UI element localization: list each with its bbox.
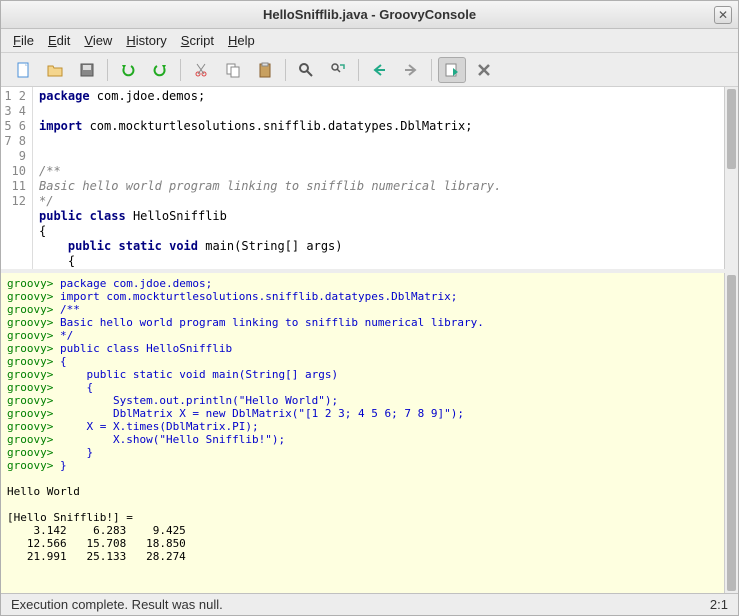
separator bbox=[431, 59, 432, 81]
status-message: Execution complete. Result was null. bbox=[11, 597, 223, 612]
history-forward-button[interactable] bbox=[397, 57, 425, 83]
new-file-button[interactable] bbox=[9, 57, 37, 83]
scissors-icon bbox=[193, 62, 209, 78]
save-icon bbox=[79, 62, 95, 78]
scrollbar-thumb[interactable] bbox=[727, 275, 736, 591]
output-console[interactable]: groovy> package com.jdoe.demos;groovy> i… bbox=[1, 273, 724, 593]
scrollbar-thumb[interactable] bbox=[727, 89, 736, 169]
content-area: 1 2 3 4 5 6 7 8 9 10 11 12 package com.j… bbox=[1, 87, 738, 593]
menu-edit[interactable]: Edit bbox=[42, 30, 76, 51]
menubar: FileEditViewHistoryScriptHelp bbox=[1, 29, 738, 53]
history-back-button[interactable] bbox=[365, 57, 393, 83]
code-editor[interactable]: package com.jdoe.demos; import com.mockt… bbox=[33, 87, 724, 269]
undo-icon bbox=[120, 62, 136, 78]
close-icon: ✕ bbox=[718, 8, 728, 22]
menu-history[interactable]: History bbox=[120, 30, 172, 51]
toolbar bbox=[1, 53, 738, 87]
paste-button[interactable] bbox=[251, 57, 279, 83]
redo-icon bbox=[152, 62, 168, 78]
run-icon bbox=[444, 62, 460, 78]
arrow-left-icon bbox=[371, 62, 387, 78]
separator bbox=[180, 59, 181, 81]
window-title: HelloSnifflib.java - GroovyConsole bbox=[263, 7, 476, 22]
editor-scrollbar[interactable] bbox=[724, 87, 738, 269]
menu-file[interactable]: File bbox=[7, 30, 40, 51]
separator bbox=[285, 59, 286, 81]
replace-button[interactable] bbox=[324, 57, 352, 83]
save-button[interactable] bbox=[73, 57, 101, 83]
separator bbox=[358, 59, 359, 81]
clear-output-button[interactable] bbox=[470, 57, 498, 83]
copy-button[interactable] bbox=[219, 57, 247, 83]
find-icon bbox=[298, 62, 314, 78]
window-close-button[interactable]: ✕ bbox=[714, 6, 732, 24]
statusbar: Execution complete. Result was null. 2:1 bbox=[1, 593, 738, 615]
output-scrollbar[interactable] bbox=[724, 273, 738, 593]
open-file-button[interactable] bbox=[41, 57, 69, 83]
folder-open-icon bbox=[47, 62, 63, 78]
app-window: HelloSnifflib.java - GroovyConsole ✕ Fil… bbox=[0, 0, 739, 616]
copy-icon bbox=[225, 62, 241, 78]
redo-button[interactable] bbox=[146, 57, 174, 83]
cursor-position: 2:1 bbox=[710, 597, 728, 612]
replace-icon bbox=[330, 62, 346, 78]
file-icon bbox=[15, 62, 31, 78]
arrow-right-icon bbox=[403, 62, 419, 78]
titlebar[interactable]: HelloSnifflib.java - GroovyConsole ✕ bbox=[1, 1, 738, 29]
editor-pane: 1 2 3 4 5 6 7 8 9 10 11 12 package com.j… bbox=[1, 87, 738, 273]
menu-view[interactable]: View bbox=[78, 30, 118, 51]
find-button[interactable] bbox=[292, 57, 320, 83]
clear-icon bbox=[476, 62, 492, 78]
output-pane: groovy> package com.jdoe.demos;groovy> i… bbox=[1, 273, 738, 593]
menu-script[interactable]: Script bbox=[175, 30, 220, 51]
undo-button[interactable] bbox=[114, 57, 142, 83]
menu-help[interactable]: Help bbox=[222, 30, 261, 51]
cut-button[interactable] bbox=[187, 57, 215, 83]
paste-icon bbox=[257, 62, 273, 78]
line-gutter: 1 2 3 4 5 6 7 8 9 10 11 12 bbox=[1, 87, 33, 269]
separator bbox=[107, 59, 108, 81]
run-script-button[interactable] bbox=[438, 57, 466, 83]
